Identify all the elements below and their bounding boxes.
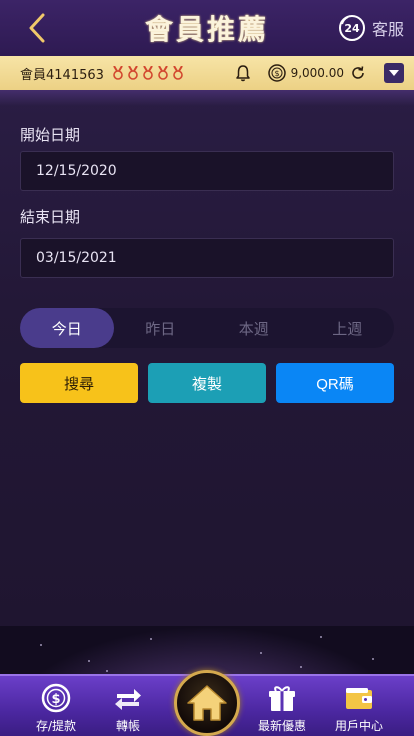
tab-yesterday[interactable]: 昨日 — [114, 308, 208, 348]
transfer-icon — [115, 689, 141, 710]
chevron-left-icon — [29, 13, 45, 43]
deposit-withdraw-icon: $ — [41, 683, 71, 713]
nav-user-center[interactable]: 用戶中心 — [324, 682, 394, 736]
home-button[interactable] — [174, 670, 240, 736]
customer-service-24-icon: 24 — [338, 15, 365, 41]
nav-label: 轉帳 — [115, 719, 140, 733]
svg-text:24: 24 — [344, 22, 360, 35]
back-button[interactable] — [22, 12, 52, 44]
nav-label: 用戶中心 — [334, 719, 383, 733]
svg-text:$: $ — [51, 692, 60, 707]
app-header: 會員推薦 24 客服 — [0, 0, 414, 56]
star-decoration — [40, 644, 42, 646]
customer-service-label: 客服 — [371, 20, 404, 39]
star-decoration — [372, 658, 374, 660]
customer-service-button[interactable]: 24 客服 — [338, 13, 404, 43]
star-decoration — [106, 670, 108, 672]
qr-code-button[interactable]: QR碼 — [276, 363, 394, 403]
nav-promotions[interactable]: 最新優惠 — [247, 682, 317, 736]
tab-this-week[interactable]: 本週 — [207, 308, 301, 348]
medal-icon — [158, 66, 168, 80]
page-title: 會員推薦 — [144, 13, 269, 46]
star-decoration — [260, 652, 262, 654]
medal-icon — [173, 66, 183, 80]
wallet-icon — [346, 688, 372, 709]
medal-icon — [113, 66, 123, 80]
medal-icon — [128, 66, 138, 80]
member-tools: $ 9,000.00 — [234, 63, 404, 83]
balance-amount: 9,000.00 — [290, 66, 344, 80]
date-range-tabs: 今日 昨日 本週 上週 — [20, 308, 394, 348]
coin-icon: $ — [267, 64, 286, 82]
star-decoration — [150, 638, 152, 640]
gift-icon — [269, 686, 295, 711]
tab-today[interactable]: 今日 — [20, 308, 114, 348]
nav-label: 存/提款 — [35, 719, 77, 733]
tab-last-week[interactable]: 上週 — [301, 308, 395, 348]
search-button[interactable]: 搜尋 — [20, 363, 138, 403]
svg-text:$: $ — [274, 69, 279, 78]
refresh-icon[interactable] — [350, 65, 366, 81]
header-shadow — [0, 90, 414, 106]
nav-label: 最新優惠 — [257, 719, 306, 733]
start-date-label: 開始日期 — [20, 126, 81, 144]
start-date-input[interactable] — [20, 151, 394, 191]
star-decoration — [320, 636, 322, 638]
end-date-label: 結束日期 — [20, 208, 81, 226]
home-icon — [187, 685, 227, 721]
nav-deposit-withdraw[interactable]: $ 存/提款 — [21, 682, 91, 736]
nav-transfer[interactable]: 轉帳 — [93, 682, 163, 736]
medal-icon — [143, 66, 153, 80]
copy-button[interactable]: 複製 — [148, 363, 266, 403]
bell-icon[interactable] — [234, 64, 252, 82]
account-dropdown-button[interactable] — [384, 63, 404, 83]
member-info-bar: 會員4141563 $ 9,000.00 — [0, 56, 414, 90]
star-decoration — [300, 666, 302, 668]
medal-row — [112, 66, 184, 80]
end-date-input[interactable] — [20, 238, 394, 278]
star-decoration — [88, 660, 90, 662]
caret-down-icon — [389, 70, 399, 76]
member-name: 會員4141563 — [20, 67, 104, 83]
